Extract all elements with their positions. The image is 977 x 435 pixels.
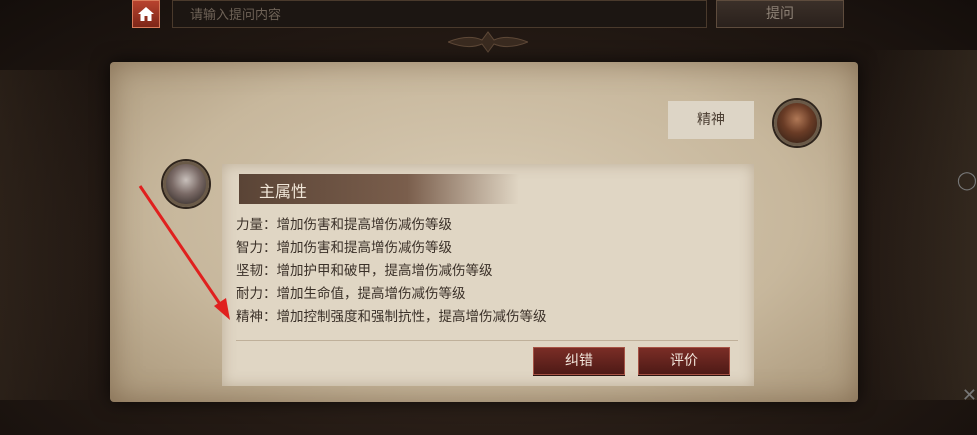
red-arrow-annotation (138, 185, 230, 320)
edge-circle-icon: ◯ (956, 170, 977, 191)
edge-close-icon: ✕ (961, 385, 977, 406)
